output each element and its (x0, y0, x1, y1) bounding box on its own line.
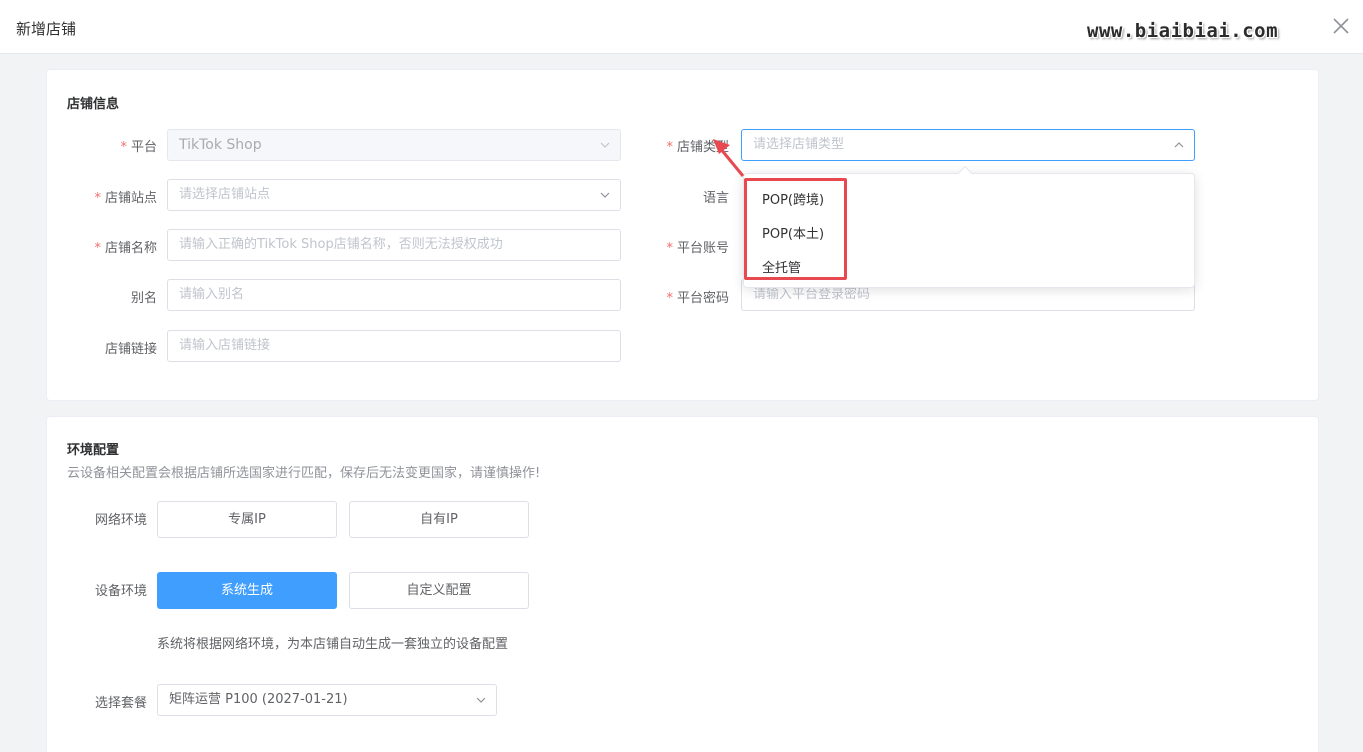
env-config-title: 环境配置 (67, 443, 120, 458)
annotation-highlight-box (744, 178, 847, 280)
dedicated-ip-button[interactable]: 专属IP (157, 501, 337, 538)
add-store-dialog: 新增店铺 www.biaibiai.com 店铺信息 * 平台 TikTok Sh… (0, 0, 1363, 752)
site-label: * 店铺站点 (94, 191, 157, 206)
watermark: www.biaibiai.com (1087, 20, 1279, 42)
package-select[interactable]: 矩阵运营 P100 (2027-01-21) (157, 684, 497, 716)
store-name-label: * 店铺名称 (94, 241, 157, 256)
own-ip-button[interactable]: 自有IP (349, 501, 529, 538)
network-label: 网络环境 (94, 513, 147, 528)
link-label: 店铺链接 (104, 342, 157, 357)
platform-select[interactable]: TikTok Shop (167, 129, 621, 161)
system-generated-button[interactable]: 系统生成 (157, 572, 337, 609)
store-info-title: 店铺信息 (67, 97, 120, 112)
package-label: 选择套餐 (94, 696, 147, 711)
dialog-title: 新增店铺 (16, 20, 77, 38)
store-name-input[interactable]: 请输入正确的TikTok Shop店铺名称，否则无法授权成功 (167, 229, 621, 261)
custom-config-button[interactable]: 自定义配置 (349, 572, 529, 609)
link-input[interactable]: 请输入店铺链接 (167, 330, 621, 362)
chevron-down-icon (600, 192, 610, 198)
chevron-down-icon (476, 697, 486, 703)
platform-label: * 平台 (120, 140, 157, 155)
dialog-header: 新增店铺 www.biaibiai.com (0, 0, 1363, 54)
alias-label: 别名 (130, 291, 157, 306)
password-label: * 平台密码 (666, 291, 729, 306)
chevron-down-icon (600, 142, 610, 148)
close-icon[interactable] (1330, 15, 1352, 37)
alias-input[interactable]: 请输入别名 (167, 279, 621, 311)
env-config-card: 环境配置 云设备相关配置会根据店铺所选国家进行匹配，保存后无法变更国家，请谨慎操… (46, 416, 1319, 752)
device-hint: 系统将根据网络环境，为本店铺自动生成一套独立的设备配置 (157, 637, 509, 652)
chevron-up-icon (1174, 142, 1184, 148)
site-select[interactable]: 请选择店铺站点 (167, 179, 621, 211)
annotation-arrow-icon (713, 139, 745, 177)
language-label: 语言 (702, 191, 729, 206)
env-config-description: 云设备相关配置会根据店铺所选国家进行匹配，保存后无法变更国家，请谨慎操作! (67, 466, 541, 481)
device-label: 设备环境 (94, 584, 147, 599)
store-type-select[interactable]: 请选择店铺类型 (741, 129, 1195, 161)
account-label: * 平台账号 (666, 241, 729, 256)
